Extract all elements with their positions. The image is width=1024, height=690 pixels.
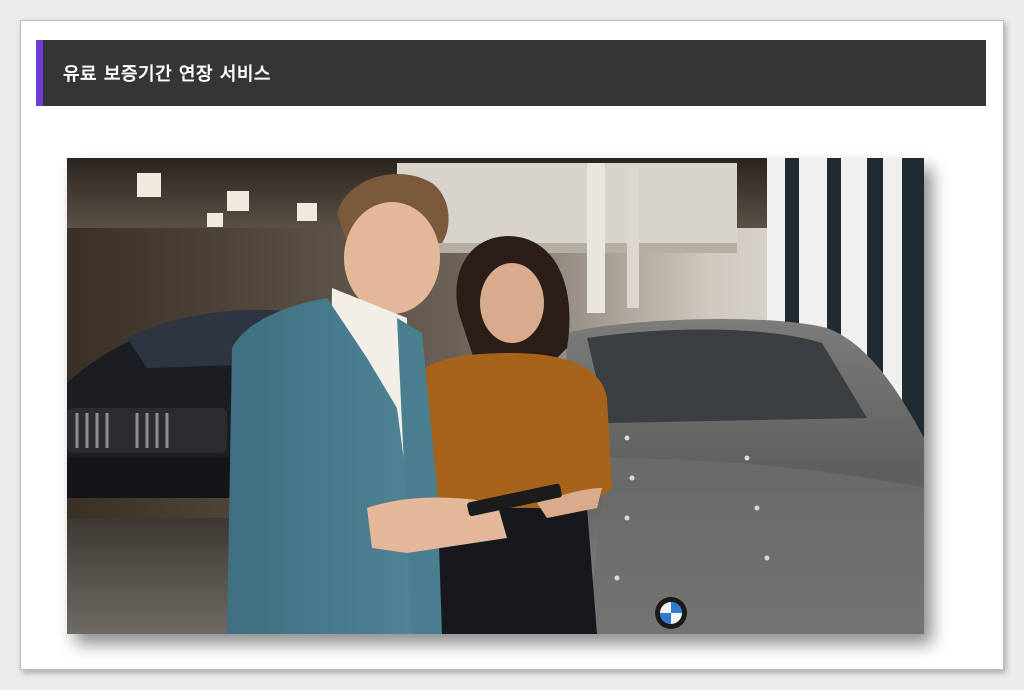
section-header: 유료 보증기간 연장 서비스: [36, 40, 986, 106]
content-panel: 유료 보증기간 연장 서비스: [20, 20, 1004, 670]
section-title: 유료 보증기간 연장 서비스: [63, 64, 271, 85]
header-accent-bar: [36, 40, 43, 106]
showroom-photo-icon: [67, 158, 924, 634]
showroom-photo: [67, 158, 924, 634]
